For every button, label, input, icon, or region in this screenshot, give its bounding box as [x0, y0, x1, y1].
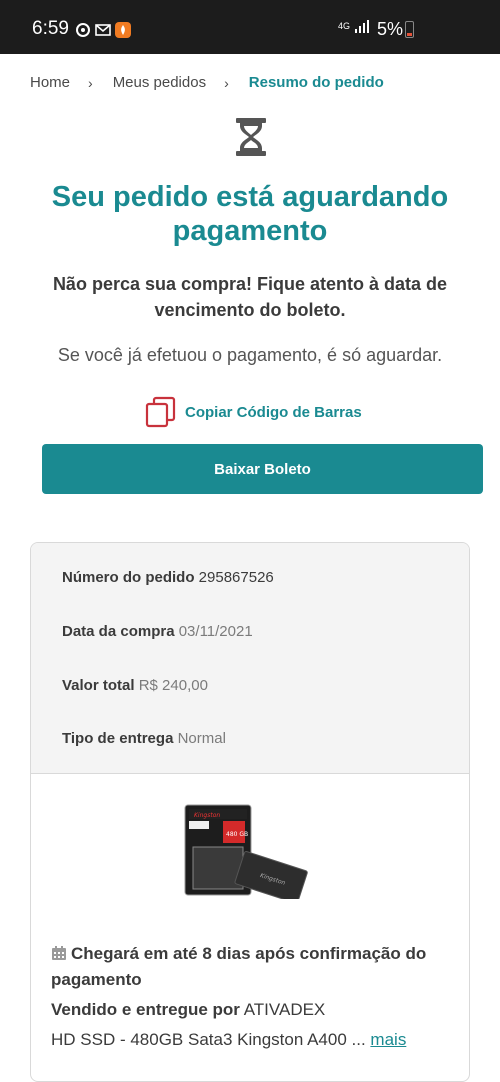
order-number-label: Número do pedido [62, 569, 195, 586]
status-bar: 6:59 4G 5% [0, 0, 500, 54]
battery-icon [405, 21, 414, 38]
hourglass-icon [236, 118, 266, 156]
order-info-section: Número do pedido 295867526 Data da compr… [31, 543, 469, 774]
breadcrumb-home[interactable]: Home [30, 74, 70, 91]
seller-label: Vendido e entregue por [51, 1000, 240, 1019]
breadcrumb: Home › Meus pedidos › Resumo do pedido [30, 74, 384, 91]
purchase-date-label: Data da compra [62, 623, 175, 640]
download-boleto-button[interactable]: Baixar Boleto [42, 444, 483, 494]
total-value-amount: R$ 240,00 [138, 677, 208, 694]
copy-barcode-label: Copiar Código de Barras [185, 403, 362, 421]
status-time: 6:59 [32, 18, 69, 39]
payment-reminder: Não perca sua compra! Fique atento à dat… [52, 274, 448, 320]
order-number-value: 295867526 [198, 569, 274, 586]
delivery-estimate: Chegará em até 8 dias após confirmação d… [51, 941, 451, 993]
more-link[interactable]: mais [370, 1030, 406, 1049]
battery-percent: 5% [377, 19, 404, 39]
order-number-row: Número do pedido 295867526 [62, 569, 274, 586]
product-brand-box: Kingston [194, 812, 220, 819]
page-title: Seu pedido está aguardando pagamento [51, 181, 449, 247]
chevron-right-icon: › [88, 74, 93, 91]
app-notification-icon [115, 22, 131, 38]
delivery-type-label: Tipo de entrega [62, 730, 174, 747]
signal-group: 4G [338, 18, 370, 34]
seller-name: ATIVADEX [243, 1000, 326, 1019]
product-name: HD SSD - 480GB Sata3 Kingston A400 ... [51, 1030, 366, 1049]
total-value-row: Valor total R$ 240,00 [62, 677, 208, 694]
purchase-date-value: 03/11/2021 [178, 623, 253, 640]
delivery-type-row: Tipo de entrega Normal [62, 730, 226, 747]
product-image: Kingston 480 GB Kingston [184, 804, 308, 899]
order-summary-card: Número do pedido 295867526 Data da compr… [30, 542, 470, 1082]
mail-icon [95, 24, 111, 36]
sync-icon [76, 23, 90, 37]
calendar-icon [52, 946, 66, 960]
copy-barcode-button[interactable]: Copiar Código de Barras [145, 396, 362, 428]
notification-icons [75, 22, 131, 38]
total-value-label: Valor total [62, 677, 135, 694]
purchase-date-row: Data da compra 03/11/2021 [62, 623, 253, 640]
breadcrumb-current: Resumo do pedido [248, 74, 384, 91]
product-name-row: HD SSD - 480GB Sata3 Kingston A400 ... m… [51, 1030, 406, 1050]
signal-icon [355, 20, 370, 33]
product-capacity: 480 GB [226, 831, 248, 838]
delivery-type-value: Normal [177, 730, 226, 747]
seller-row: Vendido e entregue por ATIVADEX [51, 1000, 325, 1020]
breadcrumb-orders[interactable]: Meus pedidos [113, 74, 206, 91]
chevron-right-icon: › [224, 74, 229, 91]
payment-note: Se você já efetuou o pagamento, é só agu… [57, 345, 443, 365]
network-type: 4G [338, 20, 351, 31]
copy-icon [145, 396, 176, 428]
delivery-estimate-text: Chegará em até 8 dias após confirmação d… [51, 944, 427, 989]
